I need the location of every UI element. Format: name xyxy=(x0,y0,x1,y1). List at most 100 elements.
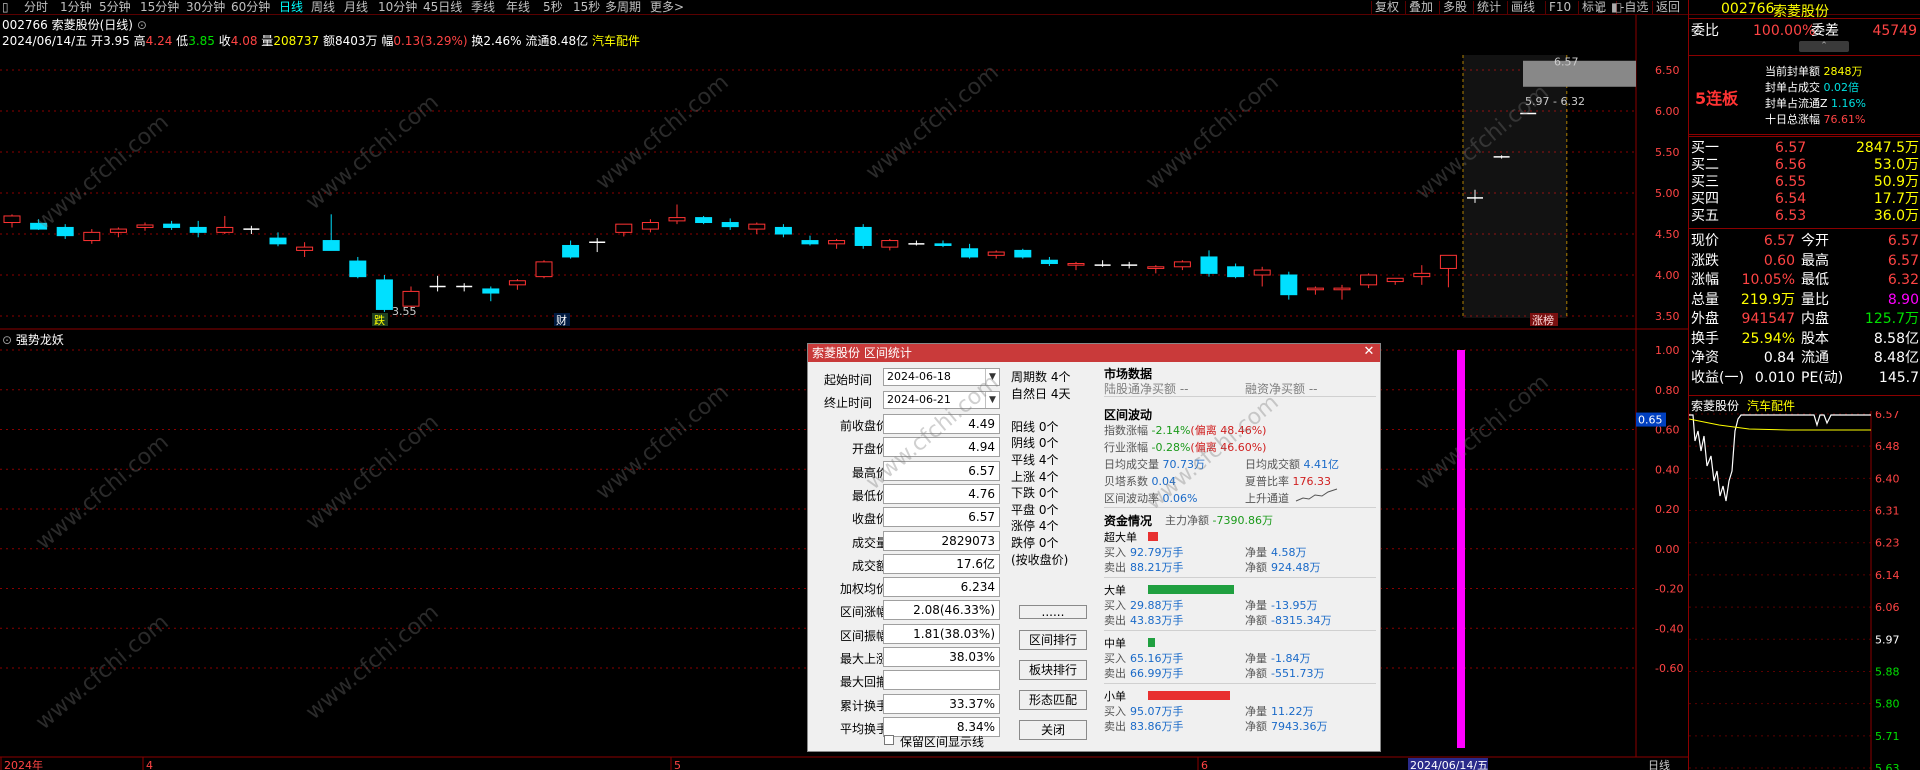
stat-value-field[interactable]: 6.57 xyxy=(883,507,1000,528)
period-tab[interactable]: 分时 xyxy=(24,0,48,15)
keep-line-checkbox[interactable] xyxy=(884,735,894,745)
dialog-action-button[interactable]: 形态匹配 xyxy=(1019,690,1087,710)
candle-body xyxy=(322,240,340,251)
candle-body xyxy=(801,240,819,245)
net-amt-label: 净额 xyxy=(1245,614,1267,627)
badge-die[interactable]: 跌 xyxy=(374,313,385,327)
period-tab[interactable]: 60分钟 xyxy=(231,0,270,15)
period-tab[interactable]: 45日线 xyxy=(423,0,462,15)
ind-row: 行业涨幅 -0.28%(偏离 46.60%) xyxy=(1104,439,1266,455)
toolbar-button[interactable]: 复权 xyxy=(1375,0,1399,15)
dialog-titlebar[interactable]: 索菱股份 区间统计 xyxy=(808,344,1380,362)
period-tab[interactable]: 年线 xyxy=(506,0,530,15)
dialog-action-button[interactable]: 区间排行 xyxy=(1019,630,1087,650)
stat-value-field[interactable]: 2829073 xyxy=(883,530,1000,551)
candle-body xyxy=(189,226,207,233)
dialog-action-button[interactable]: ...... xyxy=(1019,605,1087,619)
dialog-action-button[interactable]: 板块排行 xyxy=(1019,660,1087,680)
bid-row[interactable]: 买一 6.57 2847.5万 xyxy=(1689,140,1920,157)
intraday-mini-chart[interactable]: 6.57 6.48 6.40 6.31 6.23 6.14 6.06 5.97 5.88 5.80… xyxy=(1689,411,1920,770)
mini-tick: 6.23 xyxy=(1875,537,1900,550)
chevron-down-icon[interactable]: ▼ xyxy=(985,392,999,408)
badge-zhangbang[interactable]: 涨榜 xyxy=(1532,313,1554,327)
stat-value-field[interactable]: 4.94 xyxy=(883,437,1000,458)
mini-tick: 5.63 xyxy=(1875,762,1900,770)
stat-value-field[interactable]: 17.6亿 xyxy=(883,553,1000,574)
net-vol-label: 净量 xyxy=(1245,599,1267,612)
toolbar-button[interactable]: 返回 xyxy=(1656,0,1680,15)
stat-value-field[interactable]: 38.03% xyxy=(883,647,1000,667)
quote-value: 145.7 xyxy=(1878,369,1919,386)
toolbar-divider xyxy=(1371,1,1372,14)
end-date-field[interactable]: 2024-06-21 ▼ xyxy=(883,391,1000,409)
ohlc-line: 2024/06/14/五 开3.95 高4.24 低3.85 收4.08 量20… xyxy=(2,32,640,49)
buy-row: 买入 65.16万手 xyxy=(1104,650,1184,666)
stat-value-field[interactable]: 2.08(46.33%) xyxy=(883,600,1000,621)
window-icon[interactable]: ◧ xyxy=(1611,0,1622,15)
collapse-icon[interactable]: ⌃ xyxy=(1799,41,1849,52)
toolbar-button[interactable]: 叠加 xyxy=(1409,0,1433,15)
high-value: 4.24 xyxy=(145,34,173,48)
chevron-down-icon[interactable]: ▼ xyxy=(985,369,999,385)
quote-label: 涨跌 xyxy=(1691,252,1719,269)
dialog-action-button[interactable]: 关闭 xyxy=(1019,720,1087,740)
period-tab[interactable]: 30分钟 xyxy=(186,0,225,15)
stat-label: 加权均价 xyxy=(839,582,888,597)
bid-row[interactable]: 买三 6.55 50.9万 xyxy=(1689,174,1920,191)
toolbar-divider xyxy=(1439,1,1440,14)
ind-val: -0.28% xyxy=(1151,441,1191,454)
candle-body xyxy=(854,226,872,246)
toolbar-button[interactable]: 多股 xyxy=(1443,0,1467,15)
menu-icon[interactable]: ▯ xyxy=(2,0,9,15)
close-icon[interactable]: ✕ xyxy=(1362,345,1376,359)
buy-label: 买入 xyxy=(1104,546,1126,559)
stat-value-field[interactable]: 1.81(38.03%) xyxy=(883,623,1000,644)
sector-tag[interactable]: 汽车配件 xyxy=(592,34,640,48)
amp-label: 幅 xyxy=(381,34,394,48)
start-date-field[interactable]: 2024-06-18 ▼ xyxy=(883,368,1000,386)
stat-value-field[interactable]: 33.37% xyxy=(883,693,1000,714)
stat-value-field[interactable]: 4.76 xyxy=(883,483,1000,504)
candle-body xyxy=(881,240,899,248)
minimize-icon[interactable]: ▯ xyxy=(1597,0,1604,15)
stat-value-field[interactable]: 6.57 xyxy=(883,460,1000,481)
toolbar-button[interactable]: 统计 xyxy=(1477,0,1501,15)
period-tag[interactable]: 日线 xyxy=(1648,758,1670,770)
period-tab[interactable]: 更多> xyxy=(650,0,684,15)
indicator-title[interactable]: ⊙ 强势龙妖 xyxy=(2,331,64,348)
close-label: 收 xyxy=(218,34,231,48)
period-tab[interactable]: 15秒 xyxy=(573,0,600,15)
quote-value: 8.58亿 xyxy=(1873,330,1919,347)
period-tab[interactable]: 15分钟 xyxy=(140,0,179,15)
period-tab[interactable]: 季线 xyxy=(471,0,495,15)
period-tab[interactable]: 日线 xyxy=(279,0,303,15)
period-tab[interactable]: 月线 xyxy=(344,0,368,15)
period-tab[interactable]: 多周期 xyxy=(605,0,641,15)
indicator-settings-icon[interactable]: ⊙ xyxy=(2,333,12,347)
period-tab[interactable]: 10分钟 xyxy=(378,0,417,15)
candle-body xyxy=(1067,263,1085,266)
settings-icon[interactable]: ⊙ xyxy=(137,18,147,32)
chart-title: 002766 索菱股份(日线) ⊙ xyxy=(2,16,147,33)
bid-row[interactable]: 买五 6.53 36.0万 xyxy=(1689,208,1920,225)
stat-value-field[interactable]: 6.234 xyxy=(883,577,1000,598)
bid-row[interactable]: 买四 6.54 17.7万 xyxy=(1689,191,1920,208)
bar-date: 2024/06/14/五 xyxy=(2,34,88,48)
badge-cai[interactable]: 财 xyxy=(556,313,567,327)
toolbar-button[interactable]: -自选 xyxy=(1620,0,1648,15)
toolbar-button[interactable]: F10 xyxy=(1549,0,1571,15)
period-tab[interactable]: 1分钟 xyxy=(60,0,92,15)
seal-amt: 2848万 xyxy=(1823,65,1863,78)
period-tab[interactable]: 周线 xyxy=(311,0,335,15)
toolbar-button[interactable]: 画线 xyxy=(1511,0,1535,15)
stat-value-field[interactable] xyxy=(883,670,1000,691)
stat-value-field[interactable]: 4.49 xyxy=(883,414,1000,434)
period-tab[interactable]: 5秒 xyxy=(543,0,563,15)
bid-row[interactable]: 买二 6.56 53.0万 xyxy=(1689,157,1920,174)
net-flow-bar xyxy=(1148,691,1230,700)
net-vol-row: 净量 -13.95万 xyxy=(1245,597,1317,613)
period-tab[interactable]: 5分钟 xyxy=(99,0,131,15)
net-vol-row: 净量 -1.84万 xyxy=(1245,650,1310,666)
sell-value: 83.86万手 xyxy=(1130,720,1184,733)
vol-label: 量 xyxy=(261,34,274,48)
